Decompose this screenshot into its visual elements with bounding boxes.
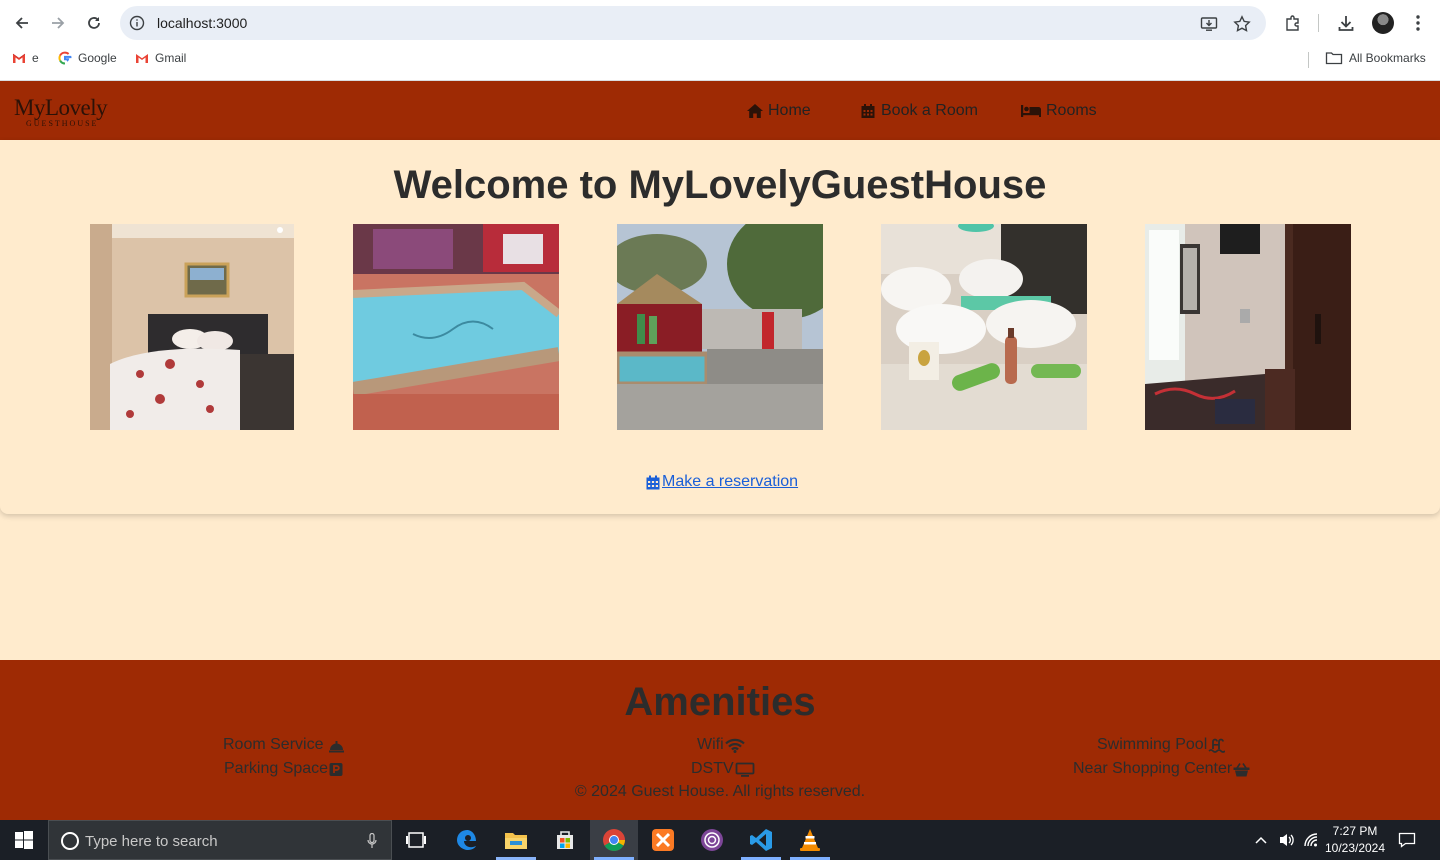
basket-icon xyxy=(1233,762,1250,776)
menu-dots-icon[interactable] xyxy=(1407,12,1429,34)
welcome-card: Welcome to MyLovelyGuestHouse Make a res… xyxy=(0,140,1440,514)
address-bar[interactable]: localhost:3000 xyxy=(120,6,1266,40)
nav-book-room-link[interactable]: Book a Room xyxy=(859,102,978,120)
clock-time: 7:27 PM xyxy=(1332,824,1378,838)
amenity-dstv: DSTV xyxy=(691,760,755,778)
amenity-swimming-pool: Swimming Pool xyxy=(1097,736,1226,754)
calendar-icon xyxy=(646,475,660,489)
amenity-label: Swimming Pool xyxy=(1097,736,1208,753)
bookmark-e[interactable]: e xyxy=(12,51,39,65)
bookmark-star-icon[interactable] xyxy=(1233,15,1251,33)
reload-icon[interactable] xyxy=(81,10,107,36)
google-icon xyxy=(58,51,72,65)
browser-chrome: localhost:3000 e Google Gmail All Bookma… xyxy=(0,0,1440,81)
amenity-label: Room Service xyxy=(223,736,324,753)
amenity-label: Near Shopping Center xyxy=(1073,760,1233,777)
site-navbar: MyLovely GUESTHOUSE Home Book a Room Roo… xyxy=(0,81,1440,140)
bookmark-label: Google xyxy=(78,51,117,65)
install-app-icon[interactable] xyxy=(1200,15,1218,33)
wifi-icon xyxy=(724,738,745,753)
amenity-room-service: Room Service xyxy=(223,736,345,754)
folder-icon xyxy=(1325,52,1343,65)
copyright-text: © 2024 Guest House. All rights reserved. xyxy=(574,783,866,800)
os-taskbar: Type here to search 7:27 PM 10/23/2024 xyxy=(0,820,1440,860)
gallery-photo-pool xyxy=(353,224,559,430)
make-reservation-link[interactable]: Make a reservation xyxy=(646,473,798,491)
logo-text: MyLovely xyxy=(14,95,108,120)
site-logo[interactable]: MyLovely GUESTHOUSE xyxy=(14,95,108,128)
gallery-photo-garden xyxy=(617,224,823,430)
nav-rooms-link[interactable]: Rooms xyxy=(1020,102,1097,120)
amenity-label: Parking Space xyxy=(224,760,329,777)
volume-icon[interactable] xyxy=(1278,820,1296,860)
bookmark-label: e xyxy=(32,51,39,65)
taskbar-search-placeholder: Type here to search xyxy=(85,833,218,850)
gmail-icon xyxy=(136,54,148,63)
url-text[interactable]: localhost:3000 xyxy=(157,15,247,31)
amenity-near-shopping-center: Near Shopping Center xyxy=(1073,760,1250,778)
bell-icon xyxy=(329,740,345,752)
logo-subtext: GUESTHOUSE xyxy=(26,119,99,128)
parking-icon xyxy=(329,762,343,776)
back-arrow-icon[interactable] xyxy=(9,10,35,36)
amenity-label: DSTV xyxy=(691,760,734,777)
bookmarks-bar: e Google Gmail All Bookmarks xyxy=(0,46,1440,74)
download-icon[interactable] xyxy=(1335,12,1357,34)
clock-date: 10/23/2024 xyxy=(1324,841,1386,855)
nav-label: Book a Room xyxy=(881,102,978,119)
calendar-icon xyxy=(861,104,875,118)
gallery-photo-bed-towels xyxy=(881,224,1087,430)
extensions-icon[interactable] xyxy=(1282,12,1304,34)
gallery-photo-room-interior xyxy=(1145,224,1351,430)
microsoft-store-icon[interactable] xyxy=(551,826,579,854)
nav-label: Home xyxy=(768,102,811,119)
windows-start-button[interactable] xyxy=(0,820,48,860)
site-info-icon[interactable] xyxy=(129,15,145,31)
amenity-parking-space: Parking Space xyxy=(224,760,343,778)
forward-arrow-icon[interactable] xyxy=(45,10,71,36)
reservation-label: Make a reservation xyxy=(662,473,799,490)
network-icon[interactable] xyxy=(1303,820,1319,860)
show-hidden-icons-chevron[interactable] xyxy=(1254,820,1268,860)
nav-home-link[interactable]: Home xyxy=(746,102,811,120)
windows-logo-icon xyxy=(15,831,33,849)
bookmarks-divider xyxy=(1308,52,1309,68)
gallery-photo-bedroom xyxy=(90,224,294,430)
action-center-icon[interactable] xyxy=(1398,820,1416,860)
tor-browser-icon[interactable] xyxy=(698,826,726,854)
bookmark-label: Gmail xyxy=(155,51,187,65)
amenities-title: Amenities xyxy=(624,680,816,724)
profile-avatar[interactable] xyxy=(1372,12,1394,34)
xampp-icon[interactable] xyxy=(649,826,677,854)
page-title: Welcome to MyLovelyGuestHouse xyxy=(393,163,1047,207)
gmail-icon xyxy=(12,53,26,63)
task-view-icon[interactable] xyxy=(402,826,430,854)
edge-browser-icon[interactable] xyxy=(453,826,481,854)
amenities-footer: Amenities Room Service Wifi Swimming Poo… xyxy=(0,660,1440,820)
home-icon xyxy=(747,104,763,118)
toolbar-divider xyxy=(1318,14,1319,32)
tv-icon xyxy=(735,762,755,777)
nav-label: Rooms xyxy=(1046,102,1097,119)
bookmark-google[interactable]: Google xyxy=(58,51,117,65)
all-bookmarks-label: All Bookmarks xyxy=(1349,51,1426,65)
cortana-icon xyxy=(61,832,79,850)
amenity-label: Wifi xyxy=(697,736,724,753)
bed-icon xyxy=(1021,105,1041,117)
vscode-icon[interactable] xyxy=(747,826,775,854)
file-explorer-icon[interactable] xyxy=(502,826,530,854)
chrome-icon[interactable] xyxy=(600,826,628,854)
microphone-icon[interactable] xyxy=(367,833,377,849)
vlc-icon[interactable] xyxy=(796,826,824,854)
taskbar-search-box[interactable]: Type here to search xyxy=(48,820,392,860)
system-clock[interactable]: 7:27 PM 10/23/2024 xyxy=(1320,823,1390,857)
pool-icon xyxy=(1208,738,1226,753)
all-bookmarks-button[interactable]: All Bookmarks xyxy=(1325,51,1426,65)
amenity-wifi: Wifi xyxy=(697,736,745,754)
bookmark-gmail[interactable]: Gmail xyxy=(135,51,186,65)
